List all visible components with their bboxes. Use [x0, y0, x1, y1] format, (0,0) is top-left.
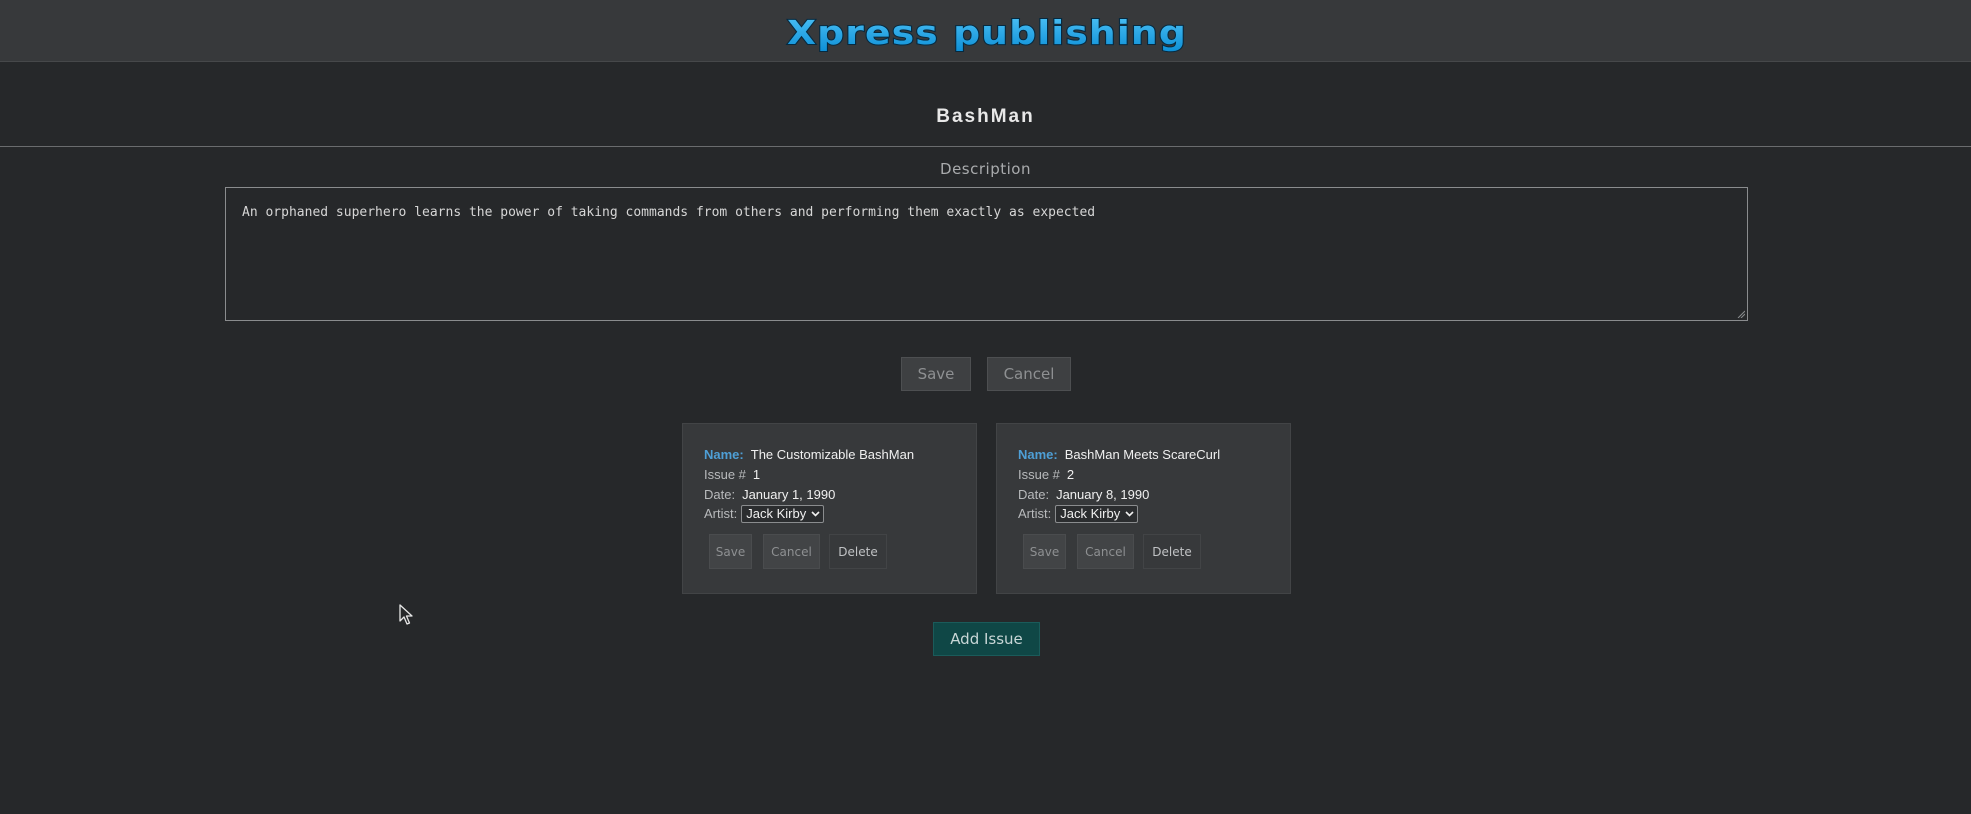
issue-date-input[interactable]: January 1, 1990 [742, 487, 835, 502]
issue-artist-row: Artist: Jack Kirby [1018, 504, 1139, 523]
issue-number-input[interactable]: 1 [753, 467, 760, 482]
issue-name-label: Name: [704, 447, 744, 462]
xpress-publishing-logo[interactable]: Xpress publishing [784, 6, 1190, 54]
issue-artist-row: Artist: Jack Kirby [704, 504, 825, 523]
issue-number-input[interactable]: 2 [1067, 467, 1074, 482]
issue-date-label: Date: [704, 487, 736, 502]
issue-number-label: Issue # [1018, 467, 1060, 482]
logo-text: Xpress publishing [787, 13, 1187, 52]
issue-artist-label: Artist: [704, 506, 738, 521]
issue-name-input[interactable]: The Customizable BashMan [751, 447, 915, 462]
issue-delete-button[interactable]: Delete [829, 534, 887, 569]
series-cancel-button[interactable]: Cancel [987, 357, 1071, 391]
artist-selected-value: Jack Kirby [746, 506, 807, 522]
description-textarea[interactable]: An orphaned superhero learns the power o… [225, 187, 1748, 321]
issue-save-button[interactable]: Save [709, 534, 752, 569]
issue-card: Name: The Customizable BashMan Issue # 1 D… [682, 423, 977, 594]
issue-number-label: Issue # [704, 467, 746, 482]
issue-name-label: Name: [1018, 447, 1058, 462]
issue-date-row: Date: January 8, 1990 [1018, 487, 1149, 502]
issue-date-input[interactable]: January 8, 1990 [1056, 487, 1149, 502]
description-text: An orphaned superhero learns the power o… [242, 205, 1096, 220]
chevron-down-icon [1125, 510, 1134, 517]
app-header: Xpress publishing [0, 0, 1971, 62]
issue-delete-button[interactable]: Delete [1143, 534, 1201, 569]
issue-save-button[interactable]: Save [1023, 534, 1066, 569]
series-title: BashMan [936, 106, 1035, 127]
artist-select[interactable]: Jack Kirby [1055, 504, 1139, 523]
chevron-down-icon [811, 510, 820, 517]
artist-selected-value: Jack Kirby [1060, 506, 1121, 522]
issue-cancel-button[interactable]: Cancel [1077, 534, 1134, 569]
issue-cancel-button[interactable]: Cancel [763, 534, 820, 569]
issue-number-row: Issue # 1 [704, 467, 760, 482]
description-label: Description [940, 160, 1031, 178]
series-save-button[interactable]: Save [901, 357, 971, 391]
issue-artist-label: Artist: [1018, 506, 1052, 521]
issue-date-row: Date: January 1, 1990 [704, 487, 835, 502]
add-issue-button[interactable]: Add Issue [933, 622, 1040, 656]
issue-name-input[interactable]: BashMan Meets ScareCurl [1065, 447, 1229, 462]
issue-card: Name: BashMan Meets ScareCurl Issue # 2 Da… [996, 423, 1291, 594]
issue-name-row: Name: The Customizable BashMan [704, 447, 915, 462]
resize-grip-icon[interactable] [1737, 310, 1745, 318]
issue-date-label: Date: [1018, 487, 1050, 502]
title-divider [0, 146, 1971, 147]
issue-name-row: Name: BashMan Meets ScareCurl [1018, 447, 1229, 462]
artist-select[interactable]: Jack Kirby [741, 504, 825, 523]
issue-number-row: Issue # 2 [1018, 467, 1074, 482]
mouse-cursor-icon [399, 604, 413, 625]
